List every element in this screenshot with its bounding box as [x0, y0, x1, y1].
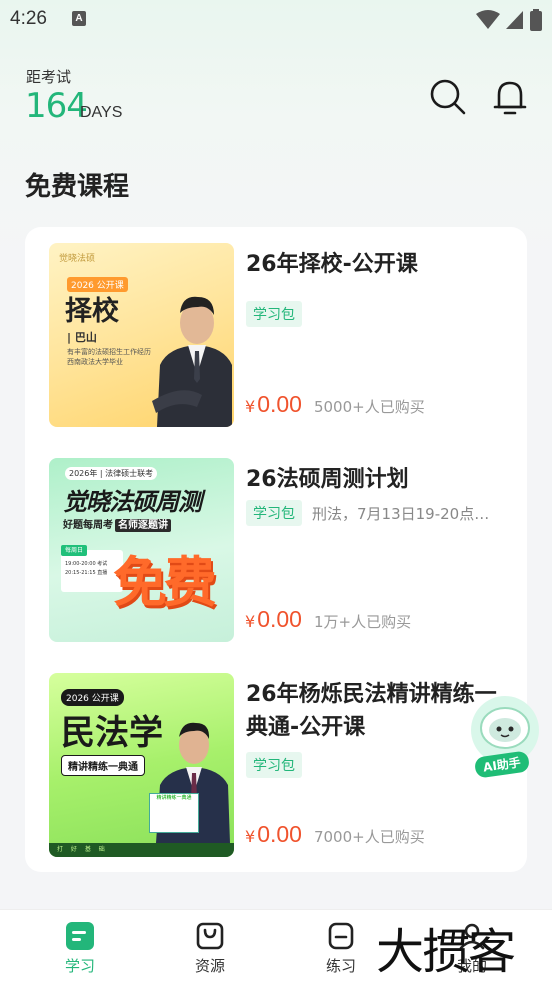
status-time: 4:26: [10, 8, 47, 29]
nav-item-resources[interactable]: 资源: [170, 920, 250, 976]
price-symbol: ¥: [245, 827, 256, 846]
thumb-headline: 觉晓法硕周测: [63, 488, 202, 516]
battery-icon: [530, 9, 542, 31]
search-button[interactable]: [429, 78, 467, 116]
bag-icon: [196, 922, 224, 950]
thumb-desc-line: 西南政法大学毕业: [67, 358, 123, 366]
course-price: 0.00: [257, 821, 302, 847]
course-item[interactable]: 2026 公开课 民法学 精讲精练一典通 精讲精练一典通 打 好 基 础 26年…: [49, 673, 509, 859]
course-price: 0.00: [257, 391, 302, 417]
course-thumbnail: 觉晓法硕 2026 公开课 择校 | 巴山 有丰富的法硕招生工作经历 西南政法大…: [49, 243, 234, 427]
course-price: 0.00: [257, 606, 302, 632]
search-icon: [430, 79, 466, 115]
ai-helper-button[interactable]: AI助手: [465, 694, 545, 780]
section-title: 免费课程: [25, 172, 130, 202]
signal-icon: [506, 11, 523, 29]
price-row: ¥ 0.00 7000+人已购买: [245, 821, 425, 848]
course-title: 26年择校-公开课: [246, 252, 418, 277]
notification-icon: A: [72, 11, 86, 26]
countdown-unit: DAYS: [80, 104, 123, 121]
notification-button[interactable]: [491, 78, 529, 116]
bell-icon: [493, 81, 527, 115]
course-list-card: 觉晓法硕 2026 公开课 择校 | 巴山 有丰富的法硕招生工作经历 西南政法大…: [25, 227, 527, 872]
nav-label: 练习: [325, 957, 356, 975]
thumb-top-label: 2026年 | 法律硕士联考: [65, 467, 158, 480]
course-title: 26法硕周测计划: [246, 467, 409, 492]
thumb-free-text: 免费: [113, 551, 217, 614]
buyer-count: 7000+人已购买: [313, 828, 425, 846]
course-item[interactable]: 觉晓法硕 2026 公开课 择校 | 巴山 有丰富的法硕招生工作经历 西南政法大…: [49, 243, 509, 429]
tag-description: 刑法，7月13日19-20点…: [312, 504, 490, 523]
nav-label: 学习: [64, 957, 95, 975]
countdown-label: 距考试: [26, 68, 72, 86]
schedule-line: 19:00-20:00 考试: [65, 561, 108, 567]
price-symbol: ¥: [245, 612, 256, 631]
schedule-line: 20:15-21:15 直播: [65, 570, 108, 576]
course-item[interactable]: 2026年 | 法律硕士联考 觉晓法硕周测 好题每周考 名师逐题讲 每周日 19:…: [49, 458, 509, 644]
thumb-year-badge: 2026 公开课: [61, 689, 124, 706]
thumb-sub: 精讲精练一典通: [61, 755, 145, 776]
thumb-sub: 好题每周考 名师逐题讲: [63, 516, 171, 532]
course-thumbnail: 2026年 | 法律硕士联考 觉晓法硕周测 好题每周考 名师逐题讲 每周日 19:…: [49, 458, 234, 642]
thumb-desc: 有丰富的法硕招生工作经历 西南政法大学毕业: [67, 347, 151, 367]
thumb-sub-text: 好题每周考: [63, 520, 113, 531]
price-row: ¥ 0.00 1万+人已购买: [245, 606, 411, 633]
thumb-brand: 觉晓法硕: [59, 254, 96, 264]
course-tag: 学习包: [246, 500, 302, 526]
course-tag: 学习包: [246, 301, 302, 327]
countdown-value: 164: [25, 86, 88, 126]
watermark: 大掼客: [376, 924, 516, 980]
nav-label: 资源: [194, 957, 225, 975]
thumb-footer: 打 好 基 础: [49, 843, 234, 857]
tag-row: 学习包 刑法，7月13日19-20点…: [246, 500, 508, 526]
wifi-icon: [476, 10, 500, 29]
thumb-book: 精讲精练一典通: [149, 793, 199, 833]
buyer-count: 5000+人已购买: [313, 398, 425, 416]
nav-item-study[interactable]: 学习: [40, 920, 120, 976]
course-thumbnail: 2026 公开课 民法学 精讲精练一典通 精讲精练一典通 打 好 基 础: [49, 673, 234, 857]
thumb-headline: 择校: [65, 296, 119, 327]
course-tag: 学习包: [246, 752, 302, 778]
nav-item-practice[interactable]: 练习: [301, 920, 381, 976]
thumb-teacher: | 巴山: [67, 331, 97, 344]
price-symbol: ¥: [245, 397, 256, 416]
price-row: ¥ 0.00 5000+人已购买: [245, 391, 425, 418]
schedule-head: 每周日: [61, 545, 88, 556]
status-bar: 4:26 A: [0, 0, 552, 38]
practice-icon: [328, 922, 354, 950]
status-icons: [476, 9, 542, 31]
thumb-sub-badge: 名师逐题讲: [115, 519, 171, 532]
tag-row: 学习包: [246, 301, 508, 327]
study-icon: [66, 922, 94, 950]
teacher-photo: [152, 296, 232, 427]
thumb-desc-line: 有丰富的法硕招生工作经历: [67, 348, 151, 356]
buyer-count: 1万+人已购买: [313, 613, 412, 631]
